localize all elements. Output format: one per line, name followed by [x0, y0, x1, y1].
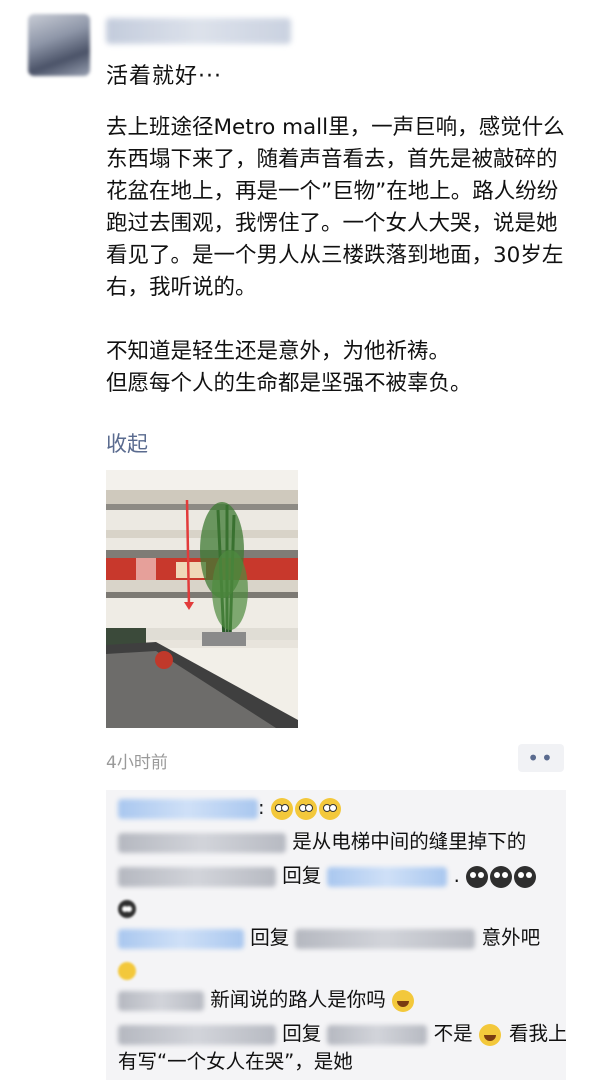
commenter-name-blurred[interactable]	[118, 832, 286, 853]
commenter-name-blurred[interactable]	[118, 928, 244, 949]
post-timestamp: 4小时前	[106, 753, 168, 773]
comment-text: .	[453, 864, 460, 887]
reply-target-blurred[interactable]	[295, 928, 476, 949]
comment-emoji-row	[118, 956, 138, 984]
owl-emoji-icon	[466, 865, 489, 888]
comment-text: 意外吧	[481, 926, 541, 949]
flushed-face-icon	[270, 797, 293, 820]
more-actions-button[interactable]: ••	[518, 744, 564, 772]
reply-target-blurred[interactable]	[327, 1024, 428, 1045]
owl-emoji-icon	[490, 865, 513, 888]
laughing-tears-icon	[391, 989, 414, 1012]
post-photo[interactable]	[106, 470, 298, 728]
commenter-name-blurred[interactable]	[118, 798, 258, 819]
comment-row[interactable]: 是从电梯中间的缝里掉下的	[118, 828, 526, 856]
commenter-name-blurred[interactable]	[118, 990, 204, 1011]
comment-row-continuation: 有写“一个女人在哭”，是她	[118, 1048, 353, 1076]
flushed-face-icon	[294, 797, 317, 820]
comment-emoji-row	[118, 894, 138, 922]
colon-separator: :	[258, 796, 265, 819]
reply-word: 回复	[250, 926, 290, 949]
reply-word: 回复	[282, 1022, 322, 1045]
reply-word: 回复	[282, 864, 322, 887]
laughing-tears-icon	[478, 1023, 501, 1046]
author-name-blurred[interactable]	[106, 18, 291, 44]
comment-row[interactable]: 回复 不是 看我上	[118, 1020, 566, 1048]
comment-text-continued: 看我上	[509, 1022, 566, 1045]
face-emoji-icon	[118, 961, 136, 980]
comment-section: : 是从电梯中间的缝里掉下的 回复 . 回复 意外吧 新闻说的路人是你吗 回复 …	[106, 790, 566, 1080]
post-paragraph: 不知道是轻生还是意外，为他祈祷。 但愿每个人的生命都是坚强不被辜负。	[106, 339, 472, 396]
comment-text: 新闻说的路人是你吗	[210, 988, 386, 1011]
comment-row[interactable]: 新闻说的路人是你吗	[118, 986, 416, 1014]
comment-text: 不是	[433, 1022, 473, 1045]
owl-emoji-icon	[514, 865, 537, 888]
comment-text: 有写“一个女人在哭”，是她	[118, 1050, 353, 1073]
commenter-name-blurred[interactable]	[118, 866, 276, 887]
comment-row[interactable]: 回复 .	[118, 862, 538, 890]
mall-photo-image	[106, 470, 298, 728]
post-title: 活着就好···	[106, 64, 222, 89]
comment-row[interactable]: :	[118, 794, 343, 822]
flushed-face-icon	[318, 797, 341, 820]
commenter-name-blurred[interactable]	[118, 1024, 276, 1045]
post-paragraph: 去上班途径Metro mall里，一声巨响，感觉什么东西塌下来了，随着声音看去，…	[106, 115, 565, 300]
comment-row[interactable]: 回复 意外吧	[118, 924, 540, 952]
comment-text: 是从电梯中间的缝里掉下的	[292, 830, 527, 853]
post-body: 去上班途径Metro mall里，一声巨响，感觉什么东西塌下来了，随着声音看去，…	[106, 112, 566, 400]
owl-emoji-icon	[118, 899, 136, 918]
reply-target-blurred[interactable]	[327, 866, 448, 887]
collapse-link[interactable]: 收起	[106, 428, 148, 458]
author-avatar[interactable]	[28, 14, 90, 76]
